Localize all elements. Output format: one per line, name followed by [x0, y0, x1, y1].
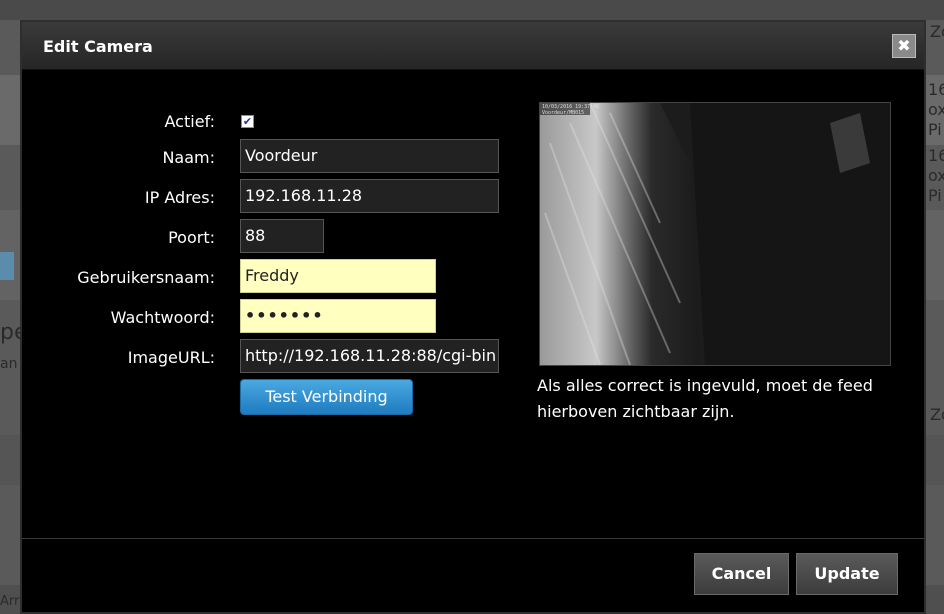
background-button — [0, 252, 14, 280]
password-label: Wachtwoord: — [110, 308, 215, 327]
active-label: Actief: — [164, 112, 215, 131]
background-text: Pi — [928, 120, 942, 139]
footer-divider — [22, 538, 924, 539]
ip-field[interactable]: 192.168.11.28 — [240, 179, 499, 213]
background-text: Pi — [928, 186, 942, 205]
background-text: Zo — [930, 22, 944, 41]
help-text: Als alles correct is ingevuld, moet de f… — [537, 376, 873, 421]
port-field[interactable]: 88 — [240, 219, 324, 253]
camera-osd: 10/03/2016 19:37:48 Voordeur/MB015 — [542, 104, 599, 116]
name-field[interactable]: Voordeur — [240, 139, 499, 173]
username-field[interactable]: Freddy — [240, 259, 436, 293]
background-text: oxy — [928, 166, 944, 185]
checkmark-icon: ✔ — [242, 115, 253, 128]
background-text: oxy — [928, 100, 944, 119]
camera-feed-image — [540, 103, 890, 365]
imageurl-label: ImageURL: — [127, 348, 215, 367]
active-checkbox[interactable]: ✔ — [241, 115, 254, 128]
dialog-titlebar: Edit Camera ✖ — [22, 22, 924, 70]
password-field[interactable]: ••••••• — [240, 299, 436, 333]
dialog-title: Edit Camera — [43, 37, 153, 56]
ip-label: IP Adres: — [144, 188, 215, 207]
imageurl-field[interactable]: http://192.168.11.28:88/cgi-bin — [240, 339, 499, 373]
update-button[interactable]: Update — [796, 553, 898, 595]
close-icon[interactable]: ✖ — [892, 34, 916, 58]
background-text: 16 — [928, 146, 944, 165]
background-text: 16 — [928, 80, 944, 99]
background-header — [0, 0, 944, 20]
background-text: Zo — [930, 405, 944, 424]
camera-name: Voordeur/MB015 — [542, 110, 585, 116]
username-label: Gebruikersnaam: — [77, 268, 215, 287]
edit-camera-dialog: Edit Camera ✖ Actief: Naam: IP Adres: Po… — [20, 20, 926, 614]
name-label: Naam: — [162, 148, 215, 167]
test-connection-button[interactable]: Test Verbinding — [240, 379, 413, 415]
port-label: Poort: — [168, 228, 215, 247]
cancel-button[interactable]: Cancel — [694, 553, 789, 595]
camera-preview: 10/03/2016 19:37:48 Voordeur/MB015 — [539, 102, 891, 366]
